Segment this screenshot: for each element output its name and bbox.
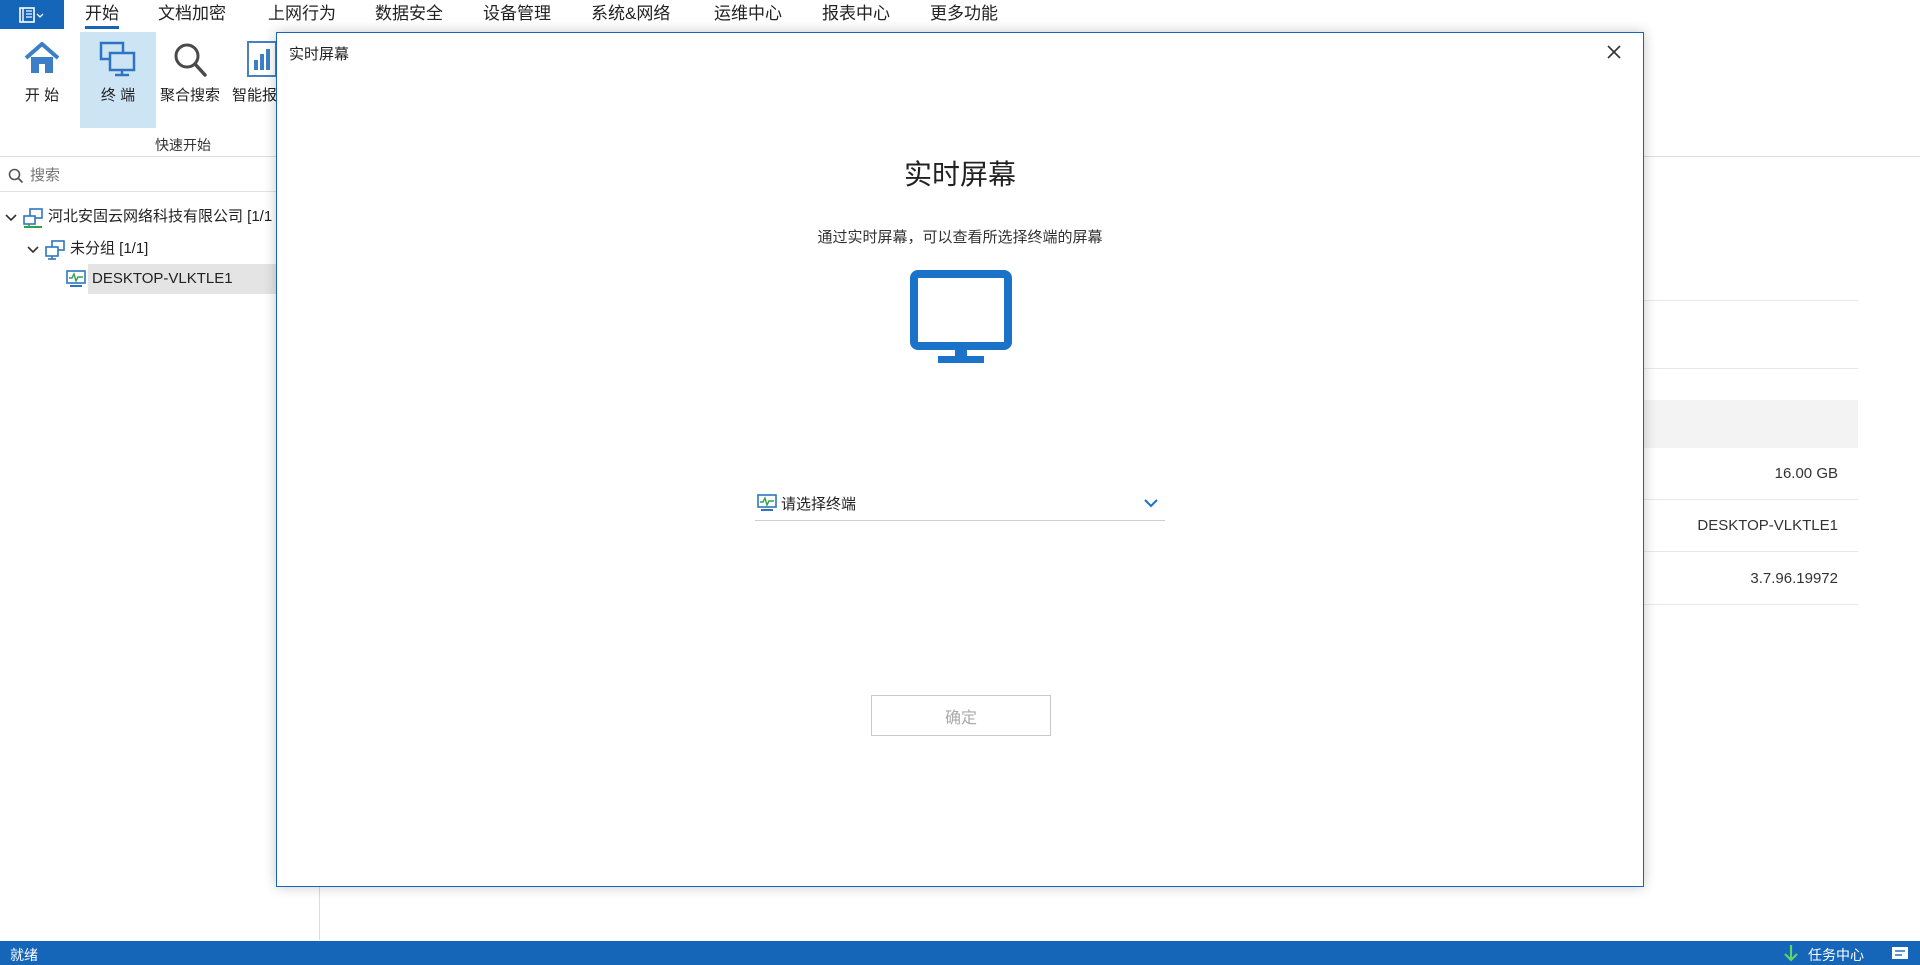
ribbon-smart-report-label: 智能报 bbox=[232, 87, 276, 104]
chevron-down-icon[interactable] bbox=[26, 243, 40, 257]
menu-tab-web-behavior[interactable]: 上网行为 bbox=[268, 0, 336, 29]
network-icon bbox=[23, 208, 43, 228]
ribbon-start-button[interactable]: 开 始 bbox=[4, 32, 80, 128]
monitor-icon bbox=[66, 270, 86, 287]
ribbon-smart-report-button[interactable]: 智能报 bbox=[228, 32, 276, 128]
terminal-monitor-icon bbox=[757, 494, 777, 511]
app-menu-button[interactable] bbox=[0, 0, 64, 29]
status-bar: 就绪 任务中心 bbox=[0, 941, 1920, 965]
close-icon[interactable] bbox=[1603, 41, 1625, 63]
menu-tab-ops-center[interactable]: 运维中心 bbox=[714, 0, 782, 29]
ribbon-start-label: 开 始 bbox=[24, 87, 60, 104]
bg-divider bbox=[1643, 300, 1858, 301]
dialog-title: 实时屏幕 bbox=[289, 46, 350, 63]
ribbon-aggregate-search-button[interactable]: 聚合搜索 bbox=[152, 32, 228, 128]
info-row-hostname: DESKTOP-VLKTLE1 bbox=[1643, 500, 1858, 552]
menu-tab-start[interactable]: 开始 bbox=[85, 0, 119, 29]
task-center-button[interactable]: 任务中心 bbox=[1808, 945, 1864, 965]
info-row-memory: 16.00 GB bbox=[1643, 448, 1858, 500]
menu-tab-data-security[interactable]: 数据安全 bbox=[375, 0, 443, 29]
menu-tab-system-network[interactable]: 系统&网络 bbox=[591, 0, 670, 29]
tree-search-box bbox=[0, 158, 320, 192]
home-icon bbox=[24, 42, 60, 73]
monitor-icon bbox=[910, 270, 1012, 363]
menu-tab-more[interactable]: 更多功能 bbox=[930, 0, 998, 29]
menu-tab-device-mgmt[interactable]: 设备管理 bbox=[483, 0, 551, 29]
info-row-version: 3.7.96.19972 bbox=[1643, 553, 1858, 605]
terminal-select-dropdown[interactable]: 请选择终端 bbox=[755, 485, 1165, 521]
tree-item-group[interactable]: 未分组 [1/1] bbox=[70, 234, 148, 264]
ribbon-aggregate-search-label: 聚合搜索 bbox=[159, 87, 220, 104]
bg-divider bbox=[1643, 368, 1858, 369]
search-icon bbox=[174, 43, 207, 77]
menu-tab-report-center[interactable]: 报表中心 bbox=[822, 0, 890, 29]
info-value-hostname: DESKTOP-VLKTLE1 bbox=[1697, 517, 1838, 534]
download-arrow-icon bbox=[1784, 945, 1798, 962]
chevron-down-icon bbox=[1144, 499, 1158, 508]
ribbon-terminal-button[interactable]: 终 端 bbox=[80, 32, 156, 128]
menu-tab-doc-encrypt[interactable]: 文档加密 bbox=[158, 0, 226, 29]
chevron-down-icon[interactable] bbox=[4, 211, 18, 225]
terminal-select-placeholder: 请选择终端 bbox=[781, 496, 857, 513]
tree-item-device[interactable]: DESKTOP-VLKTLE1 bbox=[92, 264, 233, 294]
terminal-tree-panel: 河北安固云网络科技有限公司 [1/1 未分组 [1/1] DESKTOP-VLK… bbox=[0, 158, 320, 940]
info-value-version: 3.7.96.19972 bbox=[1750, 570, 1838, 587]
status-text: 就绪 bbox=[10, 947, 38, 963]
report-icon bbox=[247, 41, 276, 77]
search-icon bbox=[8, 168, 24, 184]
dialog-heading: 实时屏幕 bbox=[903, 159, 1016, 190]
app-menu-icon bbox=[19, 6, 44, 23]
ribbon-terminal-label: 终 端 bbox=[100, 87, 136, 104]
group-icon bbox=[45, 240, 65, 260]
menu-bar: 开始 文档加密 上网行为 数据安全 设备管理 系统&网络 运维中心 报表中心 更… bbox=[0, 0, 1920, 29]
ribbon-group-label: 快速开始 bbox=[155, 137, 211, 153]
dialog-description: 通过实时屏幕，可以查看所选择终端的屏幕 bbox=[817, 229, 1103, 246]
info-value-memory: 16.00 GB bbox=[1774, 465, 1838, 482]
terminal-icon bbox=[99, 41, 136, 77]
tree-search-input[interactable] bbox=[30, 164, 290, 186]
message-icon[interactable] bbox=[1891, 946, 1909, 960]
confirm-button[interactable]: 确定 bbox=[871, 695, 1051, 736]
bg-section-header bbox=[1643, 400, 1858, 448]
realtime-screen-dialog: 实时屏幕 实时屏幕 通过实时屏幕，可以查看所选择终端的屏幕 请选择终端 确定 bbox=[276, 32, 1644, 887]
